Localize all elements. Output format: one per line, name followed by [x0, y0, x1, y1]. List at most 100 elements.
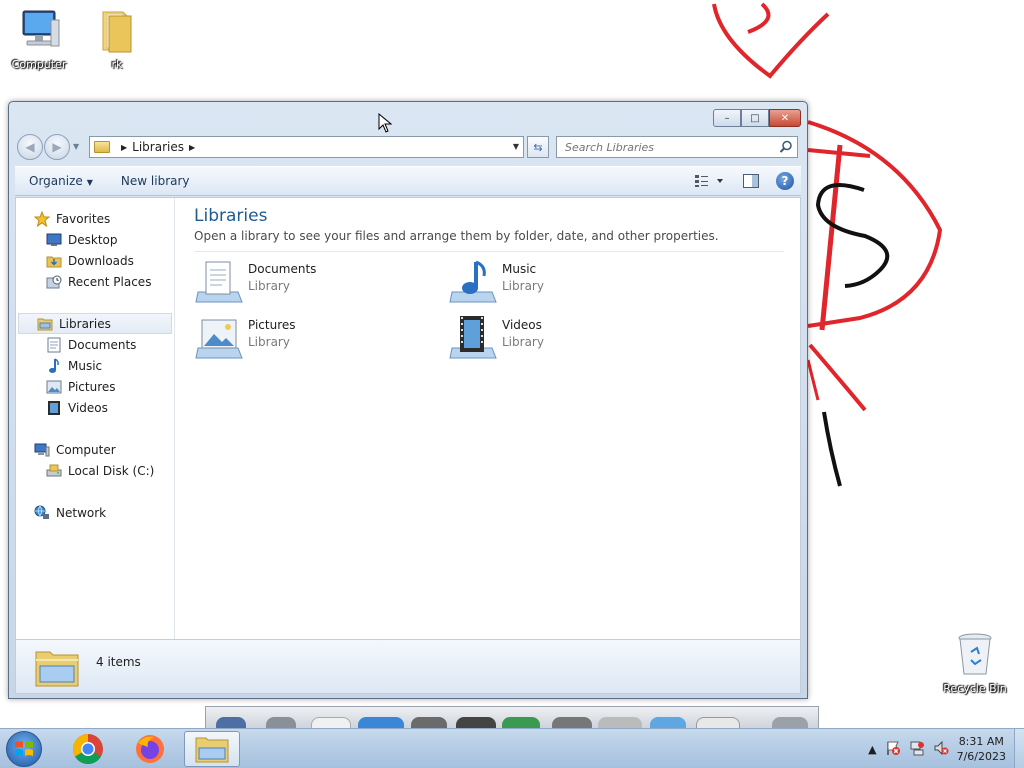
nav-item-desktop[interactable]: Desktop [16, 229, 174, 250]
view-details-icon [695, 175, 723, 187]
navigation-bar: ◀ ▶ ▼ ▶ Libraries ▶ ▼ ⇆ [15, 132, 803, 162]
system-tray: ▲ 8:31 AM 7/6/2023 [868, 729, 1024, 768]
breadcrumb-arrow-icon[interactable]: ▶ [189, 143, 195, 152]
desktop-icon-label: Recycle Bin [943, 682, 1007, 695]
start-button[interactable] [6, 731, 42, 767]
help-button[interactable]: ? [775, 171, 795, 191]
nav-label: Computer [56, 442, 116, 457]
breadcrumb-libraries[interactable]: Libraries [132, 140, 184, 154]
maximize-icon: □ [750, 112, 760, 124]
back-button[interactable]: ◀ [17, 134, 43, 160]
recycle-bin-icon [951, 630, 999, 678]
title-bar[interactable]: – □ ✕ [9, 102, 807, 132]
taskbar-chrome-button[interactable] [60, 731, 116, 767]
show-desktop-button[interactable] [1014, 729, 1024, 768]
explorer-window[interactable]: – □ ✕ ◀ ▶ ▼ ▶ Libraries ▶ ▼ ⇆ Organize [8, 101, 808, 699]
downloads-folder-icon [46, 253, 62, 269]
mouse-cursor-icon [378, 113, 392, 133]
library-item-pictures[interactable]: Pictures Library [194, 314, 414, 362]
change-view-button[interactable] [691, 171, 727, 191]
library-item-documents[interactable]: Documents Library [194, 258, 414, 306]
desktop-icon-rk-folder[interactable]: rk [85, 6, 149, 71]
nav-item-computer[interactable]: Computer [16, 439, 174, 460]
nav-item-music[interactable]: Music [16, 355, 174, 376]
maximize-button[interactable]: □ [741, 109, 769, 127]
library-type: Library [502, 279, 544, 293]
clock-date: 7/6/2023 [956, 750, 1006, 763]
nav-item-recent-places[interactable]: Recent Places [16, 271, 174, 292]
new-library-label: New library [120, 174, 190, 188]
minimize-icon: – [724, 112, 730, 124]
library-type: Library [248, 335, 290, 349]
item-count: 4 items [96, 655, 141, 669]
desktop-icon [46, 232, 62, 248]
content-area: Favorites Desktop Downloads Recent Place… [15, 197, 801, 640]
network-status-icon[interactable] [909, 740, 925, 759]
taskbar: ▲ 8:31 AM 7/6/2023 [0, 728, 1024, 768]
library-item-music[interactable]: Music Library [448, 258, 668, 306]
music-library-icon [448, 258, 498, 306]
library-name: Pictures [248, 318, 296, 332]
close-button[interactable]: ✕ [769, 109, 801, 127]
recent-places-icon [46, 274, 62, 290]
computer-icon [15, 6, 63, 54]
breadcrumb-arrow-icon[interactable]: ▶ [121, 143, 127, 152]
forward-button[interactable]: ▶ [44, 134, 70, 160]
nav-item-favorites[interactable]: Favorites [16, 208, 174, 229]
navigation-pane[interactable]: Favorites Desktop Downloads Recent Place… [16, 198, 175, 639]
nav-label: Libraries [59, 316, 111, 331]
clock-time: 8:31 AM [958, 735, 1004, 748]
pictures-library-icon [194, 314, 244, 362]
chrome-icon [72, 734, 103, 765]
close-icon: ✕ [780, 112, 790, 124]
windows-logo-icon [15, 741, 33, 756]
nav-item-libraries[interactable]: Libraries [18, 313, 172, 334]
search-box[interactable] [556, 136, 798, 158]
organize-button[interactable]: Organize ▼ [15, 174, 107, 188]
desktop-icon-computer[interactable]: Computer [7, 6, 71, 71]
search-input[interactable] [565, 140, 765, 154]
minimize-button[interactable]: – [713, 109, 741, 127]
refresh-button[interactable]: ⇆ [527, 136, 549, 158]
nav-label: Downloads [68, 253, 134, 268]
new-library-button[interactable]: New library [107, 174, 204, 188]
search-icon[interactable] [779, 140, 793, 154]
address-bar[interactable]: ▶ Libraries ▶ ▼ [89, 136, 524, 158]
recent-pages-dropdown-icon[interactable]: ▼ [73, 142, 79, 151]
nav-label: Pictures [68, 379, 116, 394]
nav-item-pictures[interactable]: Pictures [16, 376, 174, 397]
desktop-icon-recycle-bin[interactable]: Recycle Bin [943, 630, 1007, 695]
taskbar-explorer-button[interactable] [184, 731, 240, 767]
nav-item-videos[interactable]: Videos [16, 397, 174, 418]
forward-arrow-icon: ▶ [52, 140, 62, 154]
videos-library-icon [448, 314, 498, 362]
taskbar-firefox-button[interactable] [122, 731, 178, 767]
nav-label: Music [68, 358, 103, 373]
show-hidden-icons-button[interactable]: ▲ [868, 743, 876, 756]
action-center-flag-icon[interactable] [885, 740, 901, 759]
nav-label: Local Disk (C:) [68, 463, 155, 478]
library-name: Videos [502, 318, 542, 332]
desktop-icon-label: Computer [11, 58, 67, 71]
nav-item-downloads[interactable]: Downloads [16, 250, 174, 271]
library-item-videos[interactable]: Videos Library [448, 314, 668, 362]
chevron-down-icon: ▼ [86, 178, 93, 187]
nav-label: Videos [68, 400, 108, 415]
nav-item-local-disk[interactable]: Local Disk (C:) [16, 460, 174, 481]
local-disk-icon [46, 463, 62, 479]
computer-icon [34, 442, 50, 458]
address-dropdown-icon[interactable]: ▼ [513, 142, 519, 151]
nav-label: Documents [68, 337, 137, 352]
back-arrow-icon: ◀ [25, 140, 35, 154]
volume-muted-icon[interactable] [933, 740, 949, 759]
nav-item-network[interactable]: Network [16, 502, 174, 523]
folder-icon [93, 6, 141, 54]
firefox-icon [136, 735, 164, 763]
refresh-icon: ⇆ [533, 140, 543, 154]
nav-item-documents[interactable]: Documents [16, 334, 174, 355]
taskbar-clock[interactable]: 8:31 AM 7/6/2023 [957, 734, 1006, 764]
preview-pane-button[interactable] [741, 171, 761, 191]
details-pane: 4 items [15, 640, 801, 694]
nav-label: Recent Places [68, 274, 152, 289]
videos-icon [46, 400, 62, 416]
